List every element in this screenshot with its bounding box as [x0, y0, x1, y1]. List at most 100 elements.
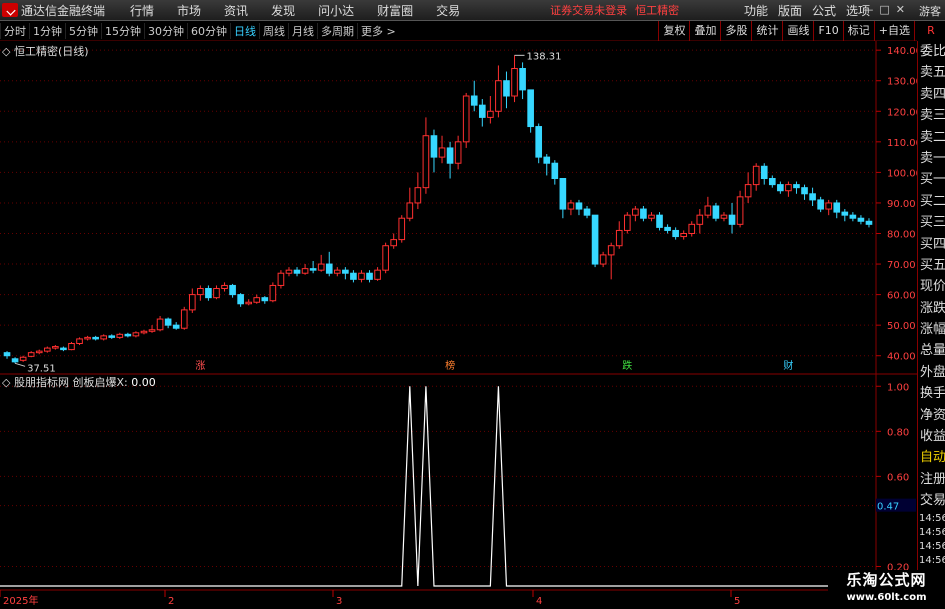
tool-button-1[interactable]: 叠加 — [689, 21, 720, 41]
right-menu-item-0[interactable]: 功能 — [744, 2, 768, 19]
candle-body — [704, 205, 712, 216]
candle-body — [148, 329, 156, 332]
sidebar-link-2[interactable]: 交易 — [918, 490, 945, 511]
y-tick-label: 90.00 — [887, 199, 916, 210]
menu-item-6[interactable]: 交易 — [436, 2, 460, 19]
quote-label-5: 卖一 — [920, 150, 945, 166]
low-pointer — [14, 362, 26, 367]
tool-button-0[interactable]: 复权 — [658, 21, 689, 41]
period-tab-7[interactable]: 周线 — [259, 22, 288, 39]
menu-item-1[interactable]: 市场 — [177, 2, 201, 19]
candle-body — [696, 214, 704, 225]
candle-body — [462, 95, 470, 143]
menu-item-3[interactable]: 发现 — [271, 2, 295, 19]
candle-body — [164, 318, 172, 326]
candle-body — [124, 333, 132, 337]
x-tick-label: 2025年 — [3, 594, 38, 607]
tick-time-2: 14:56 — [919, 540, 945, 552]
quote-label-7: 买二 — [920, 193, 945, 209]
quote-label-14: 总量 — [920, 343, 945, 359]
period-tab-3[interactable]: 15分钟 — [101, 22, 144, 39]
right-menu: 功能 版面 公式 选项 — [739, 0, 875, 21]
indicator-title: ◇ 股朋指标网 创板启爆X: 0.00 — [2, 374, 156, 390]
event-marker-2: 跌 — [622, 359, 632, 372]
candle-body — [213, 288, 220, 299]
right-menu-item-1[interactable]: 版面 — [778, 2, 802, 19]
candle-body — [454, 141, 462, 164]
indicator-line — [0, 386, 875, 587]
candle-body — [358, 272, 365, 280]
candle-body — [229, 284, 236, 296]
period-tab-6[interactable]: 日线 — [230, 22, 259, 39]
main-menu: 行情 市场 资讯 发现 问小达 财富圈 交易 — [117, 2, 470, 19]
candle-body — [108, 335, 116, 338]
tool-button-5[interactable]: F10 — [813, 21, 842, 41]
chart-title: ◇ 恒工精密(日线) — [2, 43, 89, 59]
menu-item-5[interactable]: 财富圈 — [377, 2, 413, 19]
period-tab-5[interactable]: 60分钟 — [187, 22, 230, 39]
period-tab-9[interactable]: 多周期 — [317, 22, 357, 39]
candle-body — [333, 269, 341, 274]
sidebar-link-1[interactable]: 注册 — [918, 469, 945, 490]
candle-body — [567, 202, 575, 210]
period-tab-0[interactable]: 分时 — [0, 22, 29, 39]
period-tab-4[interactable]: 30分钟 — [144, 22, 187, 39]
x-tick-label: 4 — [536, 596, 542, 607]
menu-item-2[interactable]: 资讯 — [224, 2, 248, 19]
menu-item-0[interactable]: 行情 — [130, 2, 154, 19]
minimize-icon[interactable]: — — [862, 3, 873, 16]
kline-chart[interactable]: 40.0050.0060.0070.0080.0090.00100.00110.… — [0, 41, 922, 609]
tool-button-6[interactable]: 标记 — [842, 21, 874, 41]
event-marker-0: 涨 — [195, 360, 205, 372]
period-tab-8[interactable]: 月线 — [288, 22, 317, 39]
period-tab-2[interactable]: 5分钟 — [65, 22, 101, 39]
chart-area[interactable]: 40.0050.0060.0070.0080.0090.00100.00110.… — [0, 41, 922, 609]
candle-body — [52, 346, 59, 349]
tool-button-4[interactable]: 画线 — [782, 21, 813, 41]
candle-body — [188, 294, 196, 311]
candle-body — [237, 294, 244, 305]
candle-body — [728, 214, 736, 225]
candle-body — [430, 135, 438, 158]
quote-label-11: 现价 — [920, 279, 945, 295]
candle-body — [68, 343, 75, 351]
sidebar-link-0[interactable]: 自动 — [918, 447, 945, 468]
candle-body — [648, 214, 655, 219]
candle-body — [640, 208, 647, 219]
candle-body — [752, 165, 760, 186]
candle-body — [414, 187, 422, 204]
quote-label-1: 卖五 — [920, 65, 945, 81]
tool-button-7[interactable]: +自选 — [873, 21, 914, 41]
quote-label-8: 买三 — [920, 215, 945, 231]
candle-body — [309, 268, 317, 271]
menu-item-4[interactable]: 问小达 — [318, 2, 354, 19]
candle-body — [293, 269, 301, 274]
candle-body — [817, 199, 824, 210]
x-tick-label: 3 — [336, 596, 342, 607]
candle-body — [406, 202, 414, 219]
quote-label-0: 委比 — [920, 44, 945, 59]
quote-label-13: 涨幅 — [920, 322, 945, 338]
tool-button-3[interactable]: 统计 — [751, 21, 782, 41]
period-tab-1[interactable]: 1分钟 — [29, 22, 65, 39]
candle-body — [583, 208, 591, 216]
quote-label-17: 净资 — [920, 407, 945, 423]
maximize-icon[interactable]: □ — [879, 3, 889, 16]
period-tab-10[interactable]: 更多 > — [357, 22, 399, 39]
candle-body — [156, 318, 164, 331]
tick-time-0: 14:56 — [919, 512, 945, 524]
right-menu-item-2[interactable]: 公式 — [812, 2, 836, 19]
candle-body — [374, 269, 381, 280]
login-notice[interactable]: 证券交易未登录 — [550, 2, 627, 18]
chart-tools: 复权叠加多股统计画线F10标记+自选返回 — [658, 21, 945, 41]
sidebar-lower: 自动 注册 交易 — [918, 447, 945, 511]
candle-body — [350, 272, 357, 280]
collapse-icon[interactable]: ◇ — [2, 45, 10, 58]
guest-label[interactable]: 游客 — [919, 3, 941, 19]
tool-button-2[interactable]: 多股 — [720, 21, 751, 41]
quote-label-10: 买五 — [920, 257, 945, 273]
quote-label-3: 卖三 — [920, 108, 945, 124]
close-icon[interactable]: ✕ — [896, 3, 905, 16]
low-label: 37.51 — [27, 363, 56, 374]
collapse-icon[interactable]: ◇ — [2, 376, 10, 389]
